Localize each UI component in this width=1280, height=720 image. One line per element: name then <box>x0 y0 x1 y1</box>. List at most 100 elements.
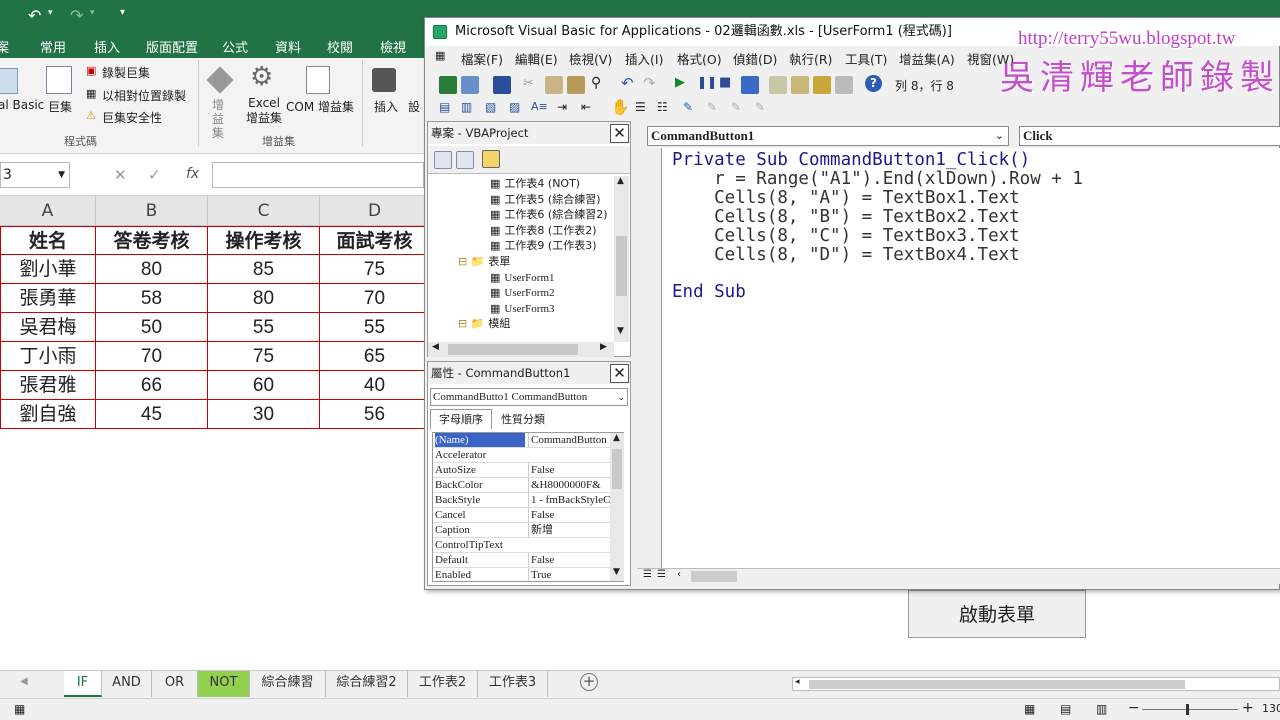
code-line[interactable]: Cells(8, "B") = TextBox2.Text <box>672 207 1020 227</box>
table-cell[interactable]: 65 <box>320 342 430 371</box>
table-cell[interactable]: 40 <box>320 371 430 400</box>
table-cell[interactable]: 58 <box>96 284 208 313</box>
tree-folder[interactable]: ⊟ 📁 表單 <box>458 254 510 269</box>
zoom-level[interactable]: 130 <box>1262 702 1280 715</box>
header-cell[interactable]: 面試考核 <box>320 226 430 255</box>
tree-vertical-scrollbar[interactable]: ▲ ▼ <box>614 176 629 342</box>
toolbox-icon[interactable] <box>835 76 853 94</box>
table-cell[interactable]: 80 <box>96 255 208 284</box>
horizontal-scrollbar[interactable]: ◂ <box>792 677 1280 691</box>
code-line[interactable]: Cells(8, "A") = TextBox1.Text <box>672 188 1020 208</box>
table-cell[interactable]: 55 <box>208 313 320 342</box>
menu-tools[interactable]: 工具(T) <box>845 49 887 68</box>
procedure-combo[interactable]: Click <box>1019 126 1280 146</box>
addins-button[interactable]: 增益集 <box>212 98 226 140</box>
scroll-down-icon[interactable]: ▼ <box>613 567 620 577</box>
table-cell[interactable]: 75 <box>208 342 320 371</box>
column-header-a[interactable]: A <box>0 196 96 226</box>
save-icon[interactable] <box>493 76 511 94</box>
launch-form-button[interactable]: 啟動表單 <box>908 590 1086 638</box>
com-addins-button[interactable]: COM 增益集 <box>286 98 354 115</box>
scroll-down-icon[interactable]: ▼ <box>617 326 624 336</box>
menu-view[interactable]: 檢視(V) <box>569 49 612 68</box>
tab-categorized[interactable]: 性質分類 <box>492 411 554 429</box>
menu-format[interactable]: 格式(O) <box>677 49 722 68</box>
property-row[interactable]: Caption 新增 <box>433 523 623 538</box>
redo-icon[interactable]: ↷ <box>70 6 83 25</box>
scrollbar-thumb[interactable] <box>616 236 627 296</box>
next-bookmark-icon[interactable]: ✎ <box>707 100 717 114</box>
uncomment-block-icon[interactable]: ☷ <box>657 100 668 114</box>
tab-review[interactable]: 校閱 <box>327 37 353 56</box>
sheet-tab[interactable]: IF <box>64 671 102 697</box>
redo-dropdown-icon[interactable]: ▾ <box>90 8 95 18</box>
help-icon[interactable]: ? <box>865 75 882 92</box>
object-selector[interactable]: CommandButto1 CommandButton ⌄ <box>430 388 628 406</box>
add-sheet-icon[interactable]: + <box>580 673 598 691</box>
menu-addins[interactable]: 增益集(A) <box>899 49 955 68</box>
scroll-left-icon[interactable]: ◀ <box>432 342 439 352</box>
sheet-tab[interactable]: NOT <box>198 671 250 697</box>
find-icon[interactable]: ⚲ <box>591 75 601 91</box>
table-cell[interactable]: 85 <box>208 255 320 284</box>
run-icon[interactable]: ▶ <box>675 75 685 90</box>
scroll-up-icon[interactable]: ▲ <box>617 176 624 186</box>
sheet-tab[interactable]: 綜合練習 <box>250 671 326 697</box>
scroll-up-icon[interactable]: ▲ <box>613 433 620 443</box>
table-cell[interactable]: 劉自強 <box>0 400 96 429</box>
tree-item[interactable]: ▦ UserForm1 <box>490 270 555 286</box>
tab-formulas[interactable]: 公式 <box>222 37 248 56</box>
tree-item[interactable]: ▦ UserForm2 <box>490 285 555 301</box>
paste-icon[interactable] <box>567 76 585 94</box>
toggle-folders-icon[interactable] <box>482 150 500 168</box>
object-combo[interactable]: CommandButton1 ⌄ <box>647 126 1009 146</box>
project-explorer-icon[interactable] <box>769 76 787 94</box>
parameter-info-icon[interactable]: ▨ <box>509 100 520 114</box>
table-cell[interactable]: 55 <box>320 313 430 342</box>
header-cell[interactable]: 答卷考核 <box>96 226 208 255</box>
record-macro-button[interactable]: 錄製巨集 <box>102 64 150 81</box>
tree-item[interactable]: ▦ 工作表8 (工作表2) <box>490 223 596 238</box>
table-cell[interactable]: 45 <box>96 400 208 429</box>
tree-item[interactable]: ▦ 工作表6 (綜合練習2) <box>490 207 607 222</box>
relative-reference-button[interactable]: 以相對位置錄製 <box>102 87 186 104</box>
quick-info-icon[interactable]: ▧ <box>485 100 496 114</box>
full-module-view-icon[interactable]: ☰ <box>657 569 666 580</box>
property-row[interactable]: Cancel False <box>433 508 623 523</box>
tree-item[interactable]: ▦ 工作表5 (綜合練習) <box>490 192 600 207</box>
property-row[interactable]: Accelerator <box>433 448 623 463</box>
table-cell[interactable]: 75 <box>320 255 430 284</box>
view-code-icon[interactable] <box>434 151 452 169</box>
tree-item[interactable]: ▦ 工作表9 (工作表3) <box>490 238 596 253</box>
tab-home[interactable]: 常用 <box>40 37 66 56</box>
code-line[interactable]: Cells(8, "C") = TextBox3.Text <box>672 226 1020 246</box>
table-cell[interactable]: 30 <box>208 400 320 429</box>
code-horizontal-scrollbar[interactable]: ☰ ☰ ‹ <box>637 568 1280 584</box>
code-editor[interactable]: Private Sub CommandButton1_Click() r = R… <box>661 148 1280 584</box>
header-cell[interactable]: 操作考核 <box>208 226 320 255</box>
table-cell[interactable]: 70 <box>320 284 430 313</box>
property-row[interactable]: AutoSize False <box>433 463 623 478</box>
breakpoint-hand-icon[interactable]: ✋ <box>611 98 630 116</box>
undo-icon[interactable]: ↶ <box>28 6 41 25</box>
table-cell[interactable]: 56 <box>320 400 430 429</box>
scroll-left-icon[interactable]: ◀ <box>20 676 28 687</box>
property-row[interactable]: Default False <box>433 553 623 568</box>
table-cell[interactable]: 70 <box>96 342 208 371</box>
tab-view[interactable]: 檢視 <box>380 37 406 56</box>
property-row[interactable]: (Name) CommandButton <box>433 433 623 448</box>
menu-file[interactable]: 檔案(F) <box>461 49 503 68</box>
sheet-tab[interactable]: AND <box>102 671 152 697</box>
properties-window-icon[interactable] <box>791 76 809 94</box>
margin-indicator-bar[interactable] <box>637 148 661 584</box>
insert-control-button[interactable]: 插入 <box>374 98 398 115</box>
property-row[interactable]: BackColor &H8000000F& <box>433 478 623 493</box>
redo-icon[interactable]: ↷ <box>643 74 656 92</box>
visual-basic-button[interactable]: al Basic <box>0 98 44 112</box>
clear-bookmarks-icon[interactable]: ✎ <box>755 100 765 114</box>
list-constants-icon[interactable]: ▥ <box>461 100 472 114</box>
normal-view-icon[interactable]: ▦ <box>1024 702 1035 716</box>
zoom-slider[interactable] <box>1142 709 1238 710</box>
tab-insert[interactable]: 插入 <box>94 37 120 56</box>
enter-icon[interactable]: ✓ <box>148 166 161 184</box>
